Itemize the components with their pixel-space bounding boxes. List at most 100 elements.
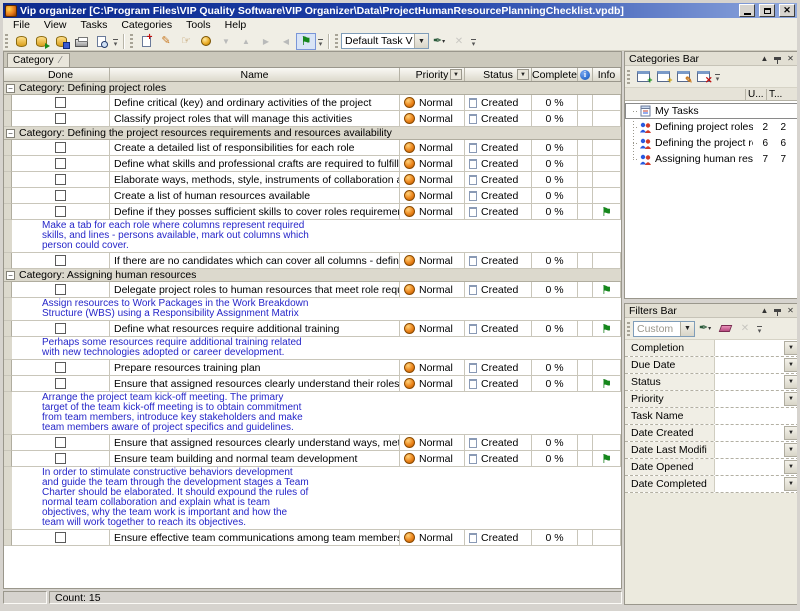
status-filter-button[interactable]: ▼ <box>517 69 529 80</box>
task-row[interactable]: If there are no candidates which can cov… <box>4 253 621 269</box>
done-cell[interactable] <box>12 253 110 269</box>
task-row[interactable]: Ensure that assigned resources clearly u… <box>4 435 621 451</box>
done-cell[interactable] <box>12 360 110 376</box>
collapse-group-icon[interactable]: − <box>6 271 15 280</box>
task-row[interactable]: Classify project roles that will manage … <box>4 111 621 127</box>
info-cell[interactable] <box>593 111 621 127</box>
chevron-down-icon[interactable]: ▼ <box>414 34 428 48</box>
complete-cell[interactable]: 0 % <box>532 321 578 337</box>
collapse-panel-button[interactable]: ▲ <box>758 305 771 317</box>
done-checkbox[interactable] <box>55 323 66 334</box>
collapse-group-icon[interactable]: − <box>6 84 15 93</box>
menu-item-tasks[interactable]: Tasks <box>74 18 115 32</box>
group-by-category-tab[interactable]: Category ∕ <box>7 53 70 67</box>
edit-category-button[interactable]: ✎ <box>673 68 693 86</box>
delete-category-button[interactable]: ✕ <box>693 68 713 86</box>
status-cell[interactable]: Created <box>465 204 532 220</box>
task-name-cell[interactable]: Prepare resources training plan <box>110 360 400 376</box>
done-cell[interactable] <box>12 282 110 298</box>
filter-dropdown-button[interactable]: ▼ <box>784 392 797 406</box>
info-cell[interactable]: ⚑ <box>593 376 621 392</box>
filter-dropdown-button[interactable]: ▼ <box>784 443 797 457</box>
column-header-uncompleted[interactable]: U... <box>745 89 766 100</box>
tree-item-category[interactable]: Assigning human resources 7 7 <box>625 151 797 167</box>
done-cell[interactable] <box>12 321 110 337</box>
toolbar-gripper[interactable] <box>627 322 630 336</box>
toolbar-overflow-button[interactable]: ▾ <box>469 33 478 50</box>
new-subcategory-button[interactable]: + <box>653 68 673 86</box>
complete-cell[interactable]: 0 % <box>532 360 578 376</box>
filter-value-field[interactable] <box>715 459 783 475</box>
task-name-cell[interactable]: Create a detailed list of responsibiliti… <box>110 140 400 156</box>
task-name-cell[interactable]: If there are no candidates which can cov… <box>110 253 400 269</box>
menu-item-help[interactable]: Help <box>218 18 254 32</box>
toolbar-overflow-button[interactable]: ▾ <box>111 33 120 50</box>
filter-value-field[interactable] <box>715 425 783 441</box>
complete-cell[interactable]: 0 % <box>532 282 578 298</box>
filter-dropdown-button[interactable]: ▼ <box>784 426 797 440</box>
priority-cell[interactable]: Normal <box>400 530 465 546</box>
status-cell[interactable]: Created <box>465 172 532 188</box>
highlight-flag-button[interactable]: ⚑ <box>296 33 316 50</box>
filter-dropdown-button[interactable]: ▼ <box>784 358 797 372</box>
done-checkbox[interactable] <box>55 174 66 185</box>
done-checkbox[interactable] <box>55 97 66 108</box>
tree-item-category[interactable]: Defining project roles 2 2 <box>625 119 797 135</box>
filter-dropdown-button[interactable]: ▼ <box>784 375 797 389</box>
task-name-cell[interactable]: Define if they posses sufficient skills … <box>110 204 400 220</box>
complete-cell[interactable]: 0 % <box>532 451 578 467</box>
done-checkbox[interactable] <box>55 158 66 169</box>
toolbar-overflow-button[interactable]: ▾ <box>316 33 325 50</box>
move-down-button[interactable]: ▼ <box>216 33 236 50</box>
info-cell[interactable] <box>593 435 621 451</box>
filter-dropdown-button[interactable]: ▼ <box>784 477 797 491</box>
filter-value-field[interactable] <box>715 476 783 492</box>
status-cell[interactable]: Created <box>465 111 532 127</box>
filter-dropdown-button[interactable]: ▼ <box>784 341 797 355</box>
clear-view-button[interactable]: ✕ <box>449 33 469 50</box>
make-task-button[interactable]: ◀ <box>276 33 296 50</box>
make-subtask-button[interactable]: ▶ <box>256 33 276 50</box>
column-header-status[interactable]: Status▼ <box>465 68 532 81</box>
task-name-cell[interactable]: Define what skills and professional craf… <box>110 156 400 172</box>
toolbar-gripper[interactable] <box>627 70 630 84</box>
priority-cell[interactable]: Normal <box>400 451 465 467</box>
task-row[interactable]: Define what resources require additional… <box>4 321 621 337</box>
status-cell[interactable]: Created <box>465 253 532 269</box>
toolbar-gripper[interactable] <box>5 34 8 48</box>
tree-item-my-tasks[interactable]: My Tasks <box>625 103 797 119</box>
complete-task-button[interactable]: ☞ <box>176 33 196 50</box>
collapse-panel-button[interactable]: ▲ <box>758 53 771 65</box>
done-checkbox[interactable] <box>55 206 66 217</box>
done-checkbox[interactable] <box>55 284 66 295</box>
complete-cell[interactable]: 0 % <box>532 172 578 188</box>
info-cell[interactable] <box>593 140 621 156</box>
done-checkbox[interactable] <box>55 453 66 464</box>
priority-cell[interactable]: Normal <box>400 376 465 392</box>
print-preview-button[interactable] <box>91 33 111 50</box>
category-group-row[interactable]: − Category: Defining project roles <box>4 82 621 95</box>
task-name-cell[interactable]: Ensure team building and normal team dev… <box>110 451 400 467</box>
toolbar-gripper[interactable] <box>130 34 133 48</box>
print-button[interactable] <box>71 33 91 50</box>
complete-cell[interactable]: 0 % <box>532 530 578 546</box>
priority-cell[interactable]: Normal <box>400 204 465 220</box>
filter-dropdown-button[interactable]: ▼ <box>784 460 797 474</box>
priority-cell[interactable]: Normal <box>400 156 465 172</box>
save-database-button[interactable] <box>51 33 71 50</box>
complete-cell[interactable]: 0 % <box>532 140 578 156</box>
restore-button[interactable] <box>759 4 775 17</box>
chevron-down-icon[interactable]: ▼ <box>680 322 694 336</box>
task-row[interactable]: Create a list of human resources availab… <box>4 188 621 204</box>
done-cell[interactable] <box>12 156 110 172</box>
status-cell[interactable]: Created <box>465 140 532 156</box>
task-name-cell[interactable]: Define critical (key) and ordinary activ… <box>110 95 400 111</box>
priority-cell[interactable]: Normal <box>400 282 465 298</box>
task-name-cell[interactable]: Elaborate ways, methods, style, instrume… <box>110 172 400 188</box>
info-cell[interactable] <box>593 172 621 188</box>
done-cell[interactable] <box>12 140 110 156</box>
info-cell[interactable]: ⚑ <box>593 204 621 220</box>
move-up-button[interactable]: ▲ <box>236 33 256 50</box>
toolbar-overflow-button[interactable]: ▾ <box>755 320 764 337</box>
status-cell[interactable]: Created <box>465 451 532 467</box>
